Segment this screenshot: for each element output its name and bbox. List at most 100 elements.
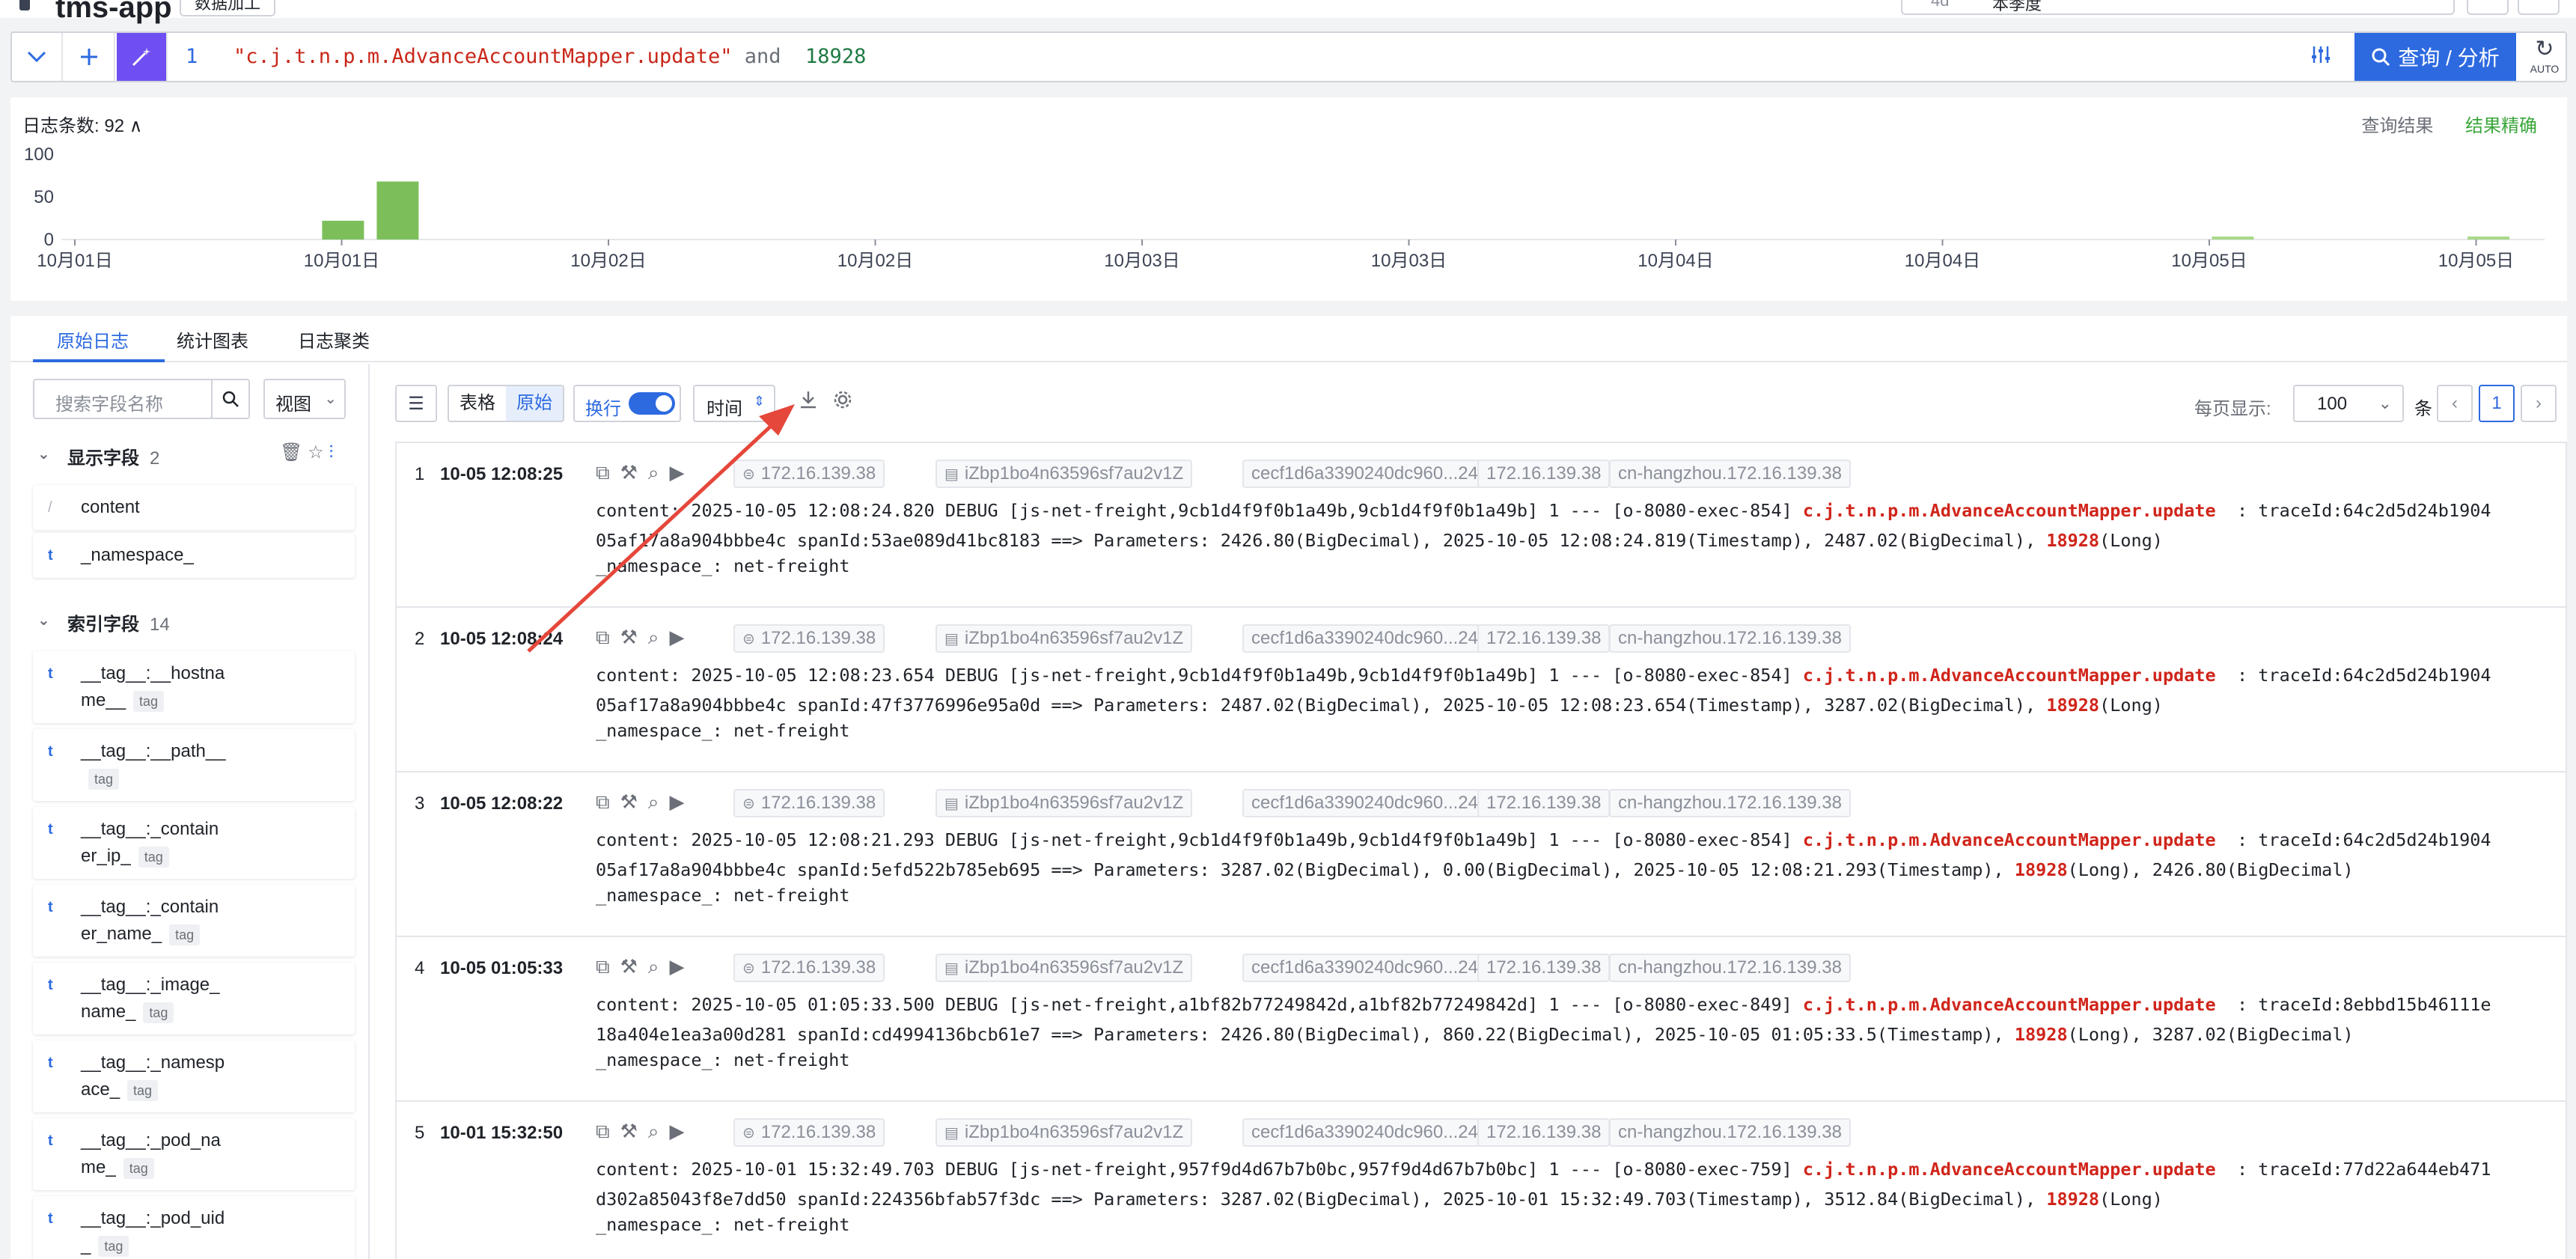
index-field-item[interactable]: t __tag__:_pod_na me_ tag bbox=[33, 1118, 355, 1190]
field-item-namespace[interactable]: t _namespace_ bbox=[33, 533, 355, 578]
log-tag-chip[interactable]: cecf1d6a3390240dc960...24a93 bbox=[1242, 954, 1517, 982]
magic-wand-icon[interactable] bbox=[117, 33, 168, 81]
settings-sliders-icon[interactable]: ⫶ bbox=[329, 442, 333, 463]
context-search-icon[interactable]: ⌕ bbox=[648, 955, 670, 978]
context-search-icon[interactable]: ⌕ bbox=[648, 461, 670, 484]
context-search-icon[interactable]: ⌕ bbox=[648, 1120, 670, 1142]
play-icon[interactable]: ▶ bbox=[669, 626, 695, 648]
prev-page-button[interactable]: ‹ bbox=[2437, 385, 2473, 422]
log-count[interactable]: 日志条数: 92 ∧ bbox=[22, 111, 142, 137]
play-icon[interactable]: ▶ bbox=[669, 461, 695, 484]
log-entry[interactable]: 4 10-05 01:05:33 ⧉⚒⌕▶ ⊜ 172.16.139.38 ▤ iZbp1b… bbox=[395, 936, 2567, 1100]
play-icon[interactable]: ▶ bbox=[669, 1120, 695, 1142]
fullscreen-button[interactable] bbox=[2467, 0, 2509, 15]
copy-icon[interactable]: ⧉ bbox=[596, 461, 620, 484]
magic-wand-icon[interactable]: ⚒ bbox=[620, 461, 648, 484]
copy-icon[interactable]: ⧉ bbox=[596, 790, 620, 813]
log-tag-chip[interactable]: cecf1d6a3390240dc960...24a93 bbox=[1242, 1118, 1517, 1147]
log-tag-chip[interactable]: cn-hangzhou.172.16.139.38 bbox=[1609, 789, 1851, 817]
log-tag-chip[interactable]: 172.16.139.38 bbox=[1477, 789, 1611, 817]
log-content[interactable]: content: 2025-10-05 12:08:23.654 DEBUG [… bbox=[596, 660, 2557, 720]
log-entry[interactable]: 5 10-01 15:32:50 ⧉⚒⌕▶ ⊜ 172.16.139.38 ▤ iZbp1b… bbox=[395, 1100, 2567, 1259]
log-tag-chip[interactable]: cn-hangzhou.172.16.139.38 bbox=[1609, 954, 1851, 982]
magic-wand-icon[interactable]: ⚒ bbox=[620, 626, 648, 648]
tune-icon[interactable] bbox=[2310, 43, 2332, 72]
log-content[interactable]: content: 2025-10-01 15:32:49.703 DEBUG [… bbox=[596, 1154, 2557, 1214]
log-tag-chip[interactable]: 172.16.139.38 bbox=[1477, 460, 1611, 488]
query-input[interactable]: "c.j.t.n.p.m.AdvanceAccountMapper.update… bbox=[234, 45, 866, 68]
log-tag-chip[interactable]: 172.16.139.38 bbox=[1477, 954, 1611, 982]
line-wrap-switch[interactable] bbox=[629, 392, 675, 415]
line-wrap-toggle[interactable]: 换行 bbox=[573, 385, 681, 422]
play-icon[interactable]: ▶ bbox=[669, 955, 695, 978]
log-tag-chip[interactable]: ⊜ 172.16.139.38 bbox=[733, 624, 885, 653]
log-tag-chip[interactable]: ▤ iZbp1bo4n63596sf7au2v1Z bbox=[936, 460, 1193, 488]
copy-icon[interactable]: ⧉ bbox=[596, 1120, 620, 1142]
log-tag-chip[interactable]: cn-hangzhou.172.16.139.38 bbox=[1609, 1118, 1851, 1147]
display-fields-header[interactable]: ⌄ 显示字段 2 bbox=[37, 443, 159, 469]
tab-log-clustering[interactable]: 日志聚类 bbox=[298, 326, 370, 353]
copy-icon[interactable]: ⧉ bbox=[596, 955, 620, 978]
collapse-chevron-icon[interactable] bbox=[12, 33, 63, 81]
index-field-item[interactable]: t __tag__:__hostna me__ tag bbox=[33, 651, 355, 723]
next-page-button[interactable]: › bbox=[2521, 385, 2557, 422]
context-search-icon[interactable]: ⌕ bbox=[648, 626, 670, 648]
index-field-item[interactable]: t __tag__:__path__ tag bbox=[33, 729, 355, 801]
view-mode-raw[interactable]: 原始 bbox=[506, 386, 563, 421]
copy-icon[interactable]: ⧉ bbox=[596, 626, 620, 648]
star-icon[interactable]: ☆ bbox=[308, 442, 324, 463]
index-field-item[interactable]: t __tag__:_contain er_ip_ tag bbox=[33, 807, 355, 879]
settings-button[interactable] bbox=[2518, 0, 2560, 15]
download-icon[interactable] bbox=[798, 389, 819, 416]
view-mode-table[interactable]: 表格 bbox=[449, 386, 506, 421]
log-tag-chip[interactable]: 172.16.139.38 bbox=[1477, 624, 1611, 653]
log-tag-chip[interactable]: cecf1d6a3390240dc960...24a93 bbox=[1242, 460, 1517, 488]
log-tag-chip[interactable]: ⊜ 172.16.139.38 bbox=[733, 789, 885, 817]
index-field-item[interactable]: t __tag__:_namesp ace_ tag bbox=[33, 1040, 355, 1112]
tab-charts[interactable]: 统计图表 bbox=[177, 326, 248, 353]
log-tag-chip[interactable]: cn-hangzhou.172.16.139.38 bbox=[1609, 460, 1851, 488]
magic-wand-icon[interactable]: ⚒ bbox=[620, 1120, 648, 1142]
search-analyze-button[interactable]: 查询 / 分析 bbox=[2354, 33, 2516, 81]
add-icon[interactable] bbox=[64, 33, 115, 81]
query-result-link[interactable]: 查询结果 bbox=[2361, 116, 2433, 136]
histogram-bar[interactable] bbox=[2212, 237, 2254, 240]
log-tag-chip[interactable]: ▤ iZbp1bo4n63596sf7au2v1Z bbox=[936, 624, 1193, 653]
collapse-sidebar-icon[interactable]: ☰ bbox=[395, 385, 437, 422]
current-page-button[interactable]: 1 bbox=[2479, 385, 2515, 422]
field-search-button[interactable] bbox=[211, 379, 250, 419]
trash-icon[interactable]: 🗑 bbox=[280, 442, 302, 463]
log-content[interactable]: content: 2025-10-05 01:05:33.500 DEBUG [… bbox=[596, 990, 2557, 1049]
log-content[interactable]: content: 2025-10-05 12:08:24.820 DEBUG [… bbox=[596, 496, 2557, 555]
index-field-item[interactable]: t __tag__:_image_ name_ tag bbox=[33, 963, 355, 1034]
field-search-input[interactable]: 搜索字段名称 bbox=[33, 379, 213, 419]
log-entry[interactable]: 1 10-05 12:08:25 ⧉⚒⌕▶ ⊜ 172.16.139.38 ▤ iZbp1b… bbox=[395, 442, 2567, 606]
index-field-item[interactable]: t __tag__:_pod_uid _ tag bbox=[33, 1196, 355, 1259]
log-entry[interactable]: 3 10-05 12:08:22 ⧉⚒⌕▶ ⊜ 172.16.139.38 ▤ iZbp1b… bbox=[395, 771, 2567, 936]
log-tag-chip[interactable]: 172.16.139.38 bbox=[1477, 1118, 1611, 1147]
log-tag-chip[interactable]: ⊜ 172.16.139.38 bbox=[733, 1118, 885, 1147]
log-tag-chip[interactable]: ▤ iZbp1bo4n63596sf7au2v1Z bbox=[936, 1118, 1193, 1147]
index-field-item[interactable]: t __tag__:_contain er_name_ tag bbox=[33, 885, 355, 957]
histogram-bar[interactable] bbox=[2467, 237, 2510, 240]
log-entry[interactable]: 2 10-05 12:08:24 ⧉⚒⌕▶ ⊜ 172.16.139.38 ▤ iZbp1b… bbox=[395, 606, 2567, 771]
histogram-bar[interactable] bbox=[376, 181, 419, 240]
index-fields-header[interactable]: ⌄ 索引字段 14 bbox=[37, 609, 170, 635]
log-tag-chip[interactable]: cn-hangzhou.172.16.139.38 bbox=[1609, 624, 1851, 653]
context-search-icon[interactable]: ⌕ bbox=[648, 790, 670, 813]
auto-refresh-button[interactable]: ↻ AUTO bbox=[2524, 36, 2566, 78]
log-tag-chip[interactable]: ▤ iZbp1bo4n63596sf7au2v1Z bbox=[936, 954, 1193, 982]
magic-wand-icon[interactable]: ⚒ bbox=[620, 955, 648, 978]
gear-icon[interactable] bbox=[832, 389, 853, 416]
result-accurate-link[interactable]: 结果精确 bbox=[2465, 116, 2537, 136]
time-range-select[interactable]: 4d 本季度 bbox=[1901, 0, 2455, 15]
view-select[interactable]: 视图 ⌄ bbox=[263, 379, 346, 419]
per-page-select[interactable]: 100 ⌄ bbox=[2293, 385, 2404, 422]
log-tag-chip[interactable]: ▤ iZbp1bo4n63596sf7au2v1Z bbox=[936, 789, 1193, 817]
log-tag-chip[interactable]: cecf1d6a3390240dc960...24a93 bbox=[1242, 624, 1517, 653]
field-item-content[interactable]: / content bbox=[33, 485, 355, 530]
log-tag-chip[interactable]: ⊜ 172.16.139.38 bbox=[733, 954, 885, 982]
histogram-chart[interactable]: 10050010月01日 10月01日 10月02日 10月02日 10月03日 10月0… bbox=[10, 142, 2567, 301]
histogram-bar[interactable] bbox=[322, 220, 364, 240]
tab-raw-logs[interactable]: 原始日志 bbox=[57, 326, 129, 353]
